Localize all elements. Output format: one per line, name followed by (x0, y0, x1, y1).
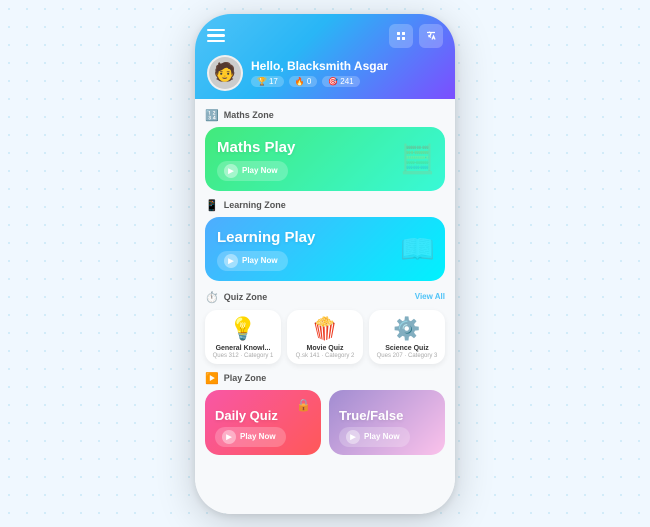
maths-card-deco: 🧮 (400, 142, 435, 175)
main-content: 🔢 Maths Zone 🧮 Maths Play ▶ Play Now 📱 L… (195, 99, 455, 514)
quiz-zone-header: ⏱️ Quiz Zone View All (205, 289, 445, 304)
general-quiz-title: General Knowl... (216, 345, 271, 352)
true-false-play-button[interactable]: ▶ Play Now (339, 427, 410, 447)
quiz-card-general[interactable]: 💡 General Knowl... Ques 312 · Category 1 (205, 310, 281, 364)
science-quiz-emoji: ⚙️ (393, 316, 420, 342)
true-false-play-icon: ▶ (346, 430, 360, 444)
quiz-card-science[interactable]: ⚙️ Science Quiz Ques 207 · Category 3 (369, 310, 445, 364)
play-zone-label: ▶️ Play Zone (205, 372, 445, 385)
science-quiz-meta: Ques 207 · Category 3 (377, 353, 438, 359)
learning-card-deco: 📖 (400, 232, 435, 265)
learning-zone-label: 📱 Learning Zone (205, 199, 445, 212)
quiz-cards-row: 💡 General Knowl... Ques 312 · Category 1… (205, 310, 445, 364)
stats-row: 🏆 17 🔥 0 🎯 241 (251, 76, 443, 87)
stat-fire: 🔥 0 (289, 76, 317, 87)
true-false-card[interactable]: True/False ▶ Play Now (329, 390, 445, 455)
play-zone-row: 🔒 Daily Quiz ▶ Play Now True/False ▶ Pla… (205, 390, 445, 455)
lock-icon: 🔒 (296, 398, 311, 412)
maths-play-circle-icon: ▶ (224, 164, 238, 178)
notification-icon[interactable] (389, 24, 413, 48)
phone-frame: 🧑 Hello, Blacksmith Asgar 🏆 17 🔥 0 🎯 2 (195, 14, 455, 514)
daily-quiz-card[interactable]: 🔒 Daily Quiz ▶ Play Now (205, 390, 321, 455)
quiz-zone-label: ⏱️ Quiz Zone (205, 291, 267, 304)
daily-quiz-play-button[interactable]: ▶ Play Now (215, 427, 286, 447)
phone-header: 🧑 Hello, Blacksmith Asgar 🏆 17 🔥 0 🎯 2 (195, 14, 455, 99)
movie-quiz-emoji: 🍿 (311, 316, 338, 342)
view-all-button[interactable]: View All (415, 292, 445, 301)
maths-play-now-button[interactable]: ▶ Play Now (217, 161, 288, 181)
science-quiz-title: Science Quiz (385, 345, 429, 352)
movie-quiz-meta: Q.sk 141 · Category 2 (296, 353, 355, 359)
greeting-text: Hello, Blacksmith Asgar (251, 59, 443, 73)
general-quiz-emoji: 💡 (229, 316, 256, 342)
learning-play-circle-icon: ▶ (224, 254, 238, 268)
maths-zone-label: 🔢 Maths Zone (205, 109, 445, 122)
movie-quiz-title: Movie Quiz (307, 345, 344, 352)
maths-play-card[interactable]: 🧮 Maths Play ▶ Play Now (205, 127, 445, 191)
hamburger-menu[interactable] (207, 29, 225, 43)
quiz-card-movie[interactable]: 🍿 Movie Quiz Q.sk 141 · Category 2 (287, 310, 363, 364)
true-false-title: True/False (339, 408, 437, 423)
general-quiz-meta: Ques 312 · Category 1 (213, 353, 274, 359)
learning-play-now-button[interactable]: ▶ Play Now (217, 251, 288, 271)
learning-play-card[interactable]: 📖 Learning Play ▶ Play Now (205, 217, 445, 281)
translate-icon[interactable] (419, 24, 443, 48)
daily-quiz-play-icon: ▶ (222, 430, 236, 444)
stat-trophy: 🏆 17 (251, 76, 284, 87)
stat-target: 🎯 241 (322, 76, 359, 87)
avatar: 🧑 (207, 55, 243, 91)
